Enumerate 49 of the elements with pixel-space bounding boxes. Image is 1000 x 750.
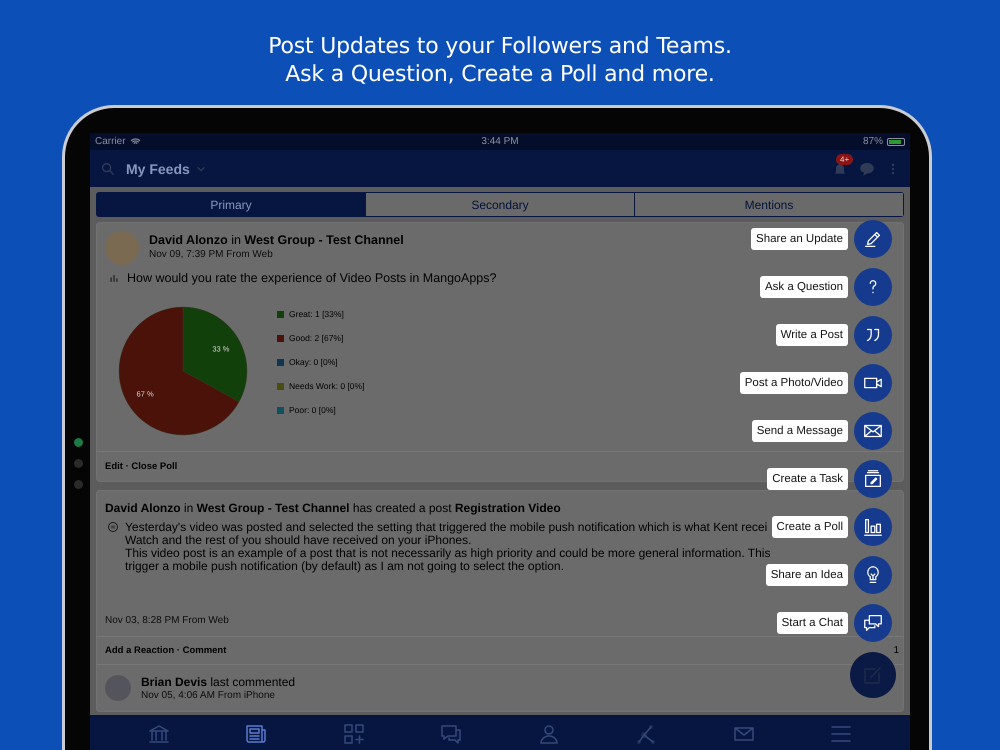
legend-label: Needs Work: 0 [0%] xyxy=(289,381,364,391)
task-icon xyxy=(862,468,884,490)
post-text: Yesterday's video was posted and selected the setting that triggered the mobile push notification which is what Kent recei xyxy=(125,521,768,534)
poll-question: How would you rate the experience of Video Posts in MangoApps? xyxy=(127,271,496,285)
camera-dot xyxy=(74,438,83,447)
headline-text: Post Updates to your Followers and Teams. xyxy=(268,33,732,61)
avatar xyxy=(105,231,139,265)
post-byline: David Alonzo in West Group - Test Channel has created a post Registration Video xyxy=(104,500,562,517)
action-label[interactable]: Share an Idea xyxy=(766,564,848,586)
legend-label: Poor: 0 [0%] xyxy=(289,405,336,415)
action-label[interactable]: Start a Chat xyxy=(776,612,848,634)
post-byline: David Alonzo in West Group - Test Channel xyxy=(149,233,404,247)
comment-meta: Nov 05, 4:06 AM From iPhone xyxy=(141,690,276,701)
post-text: trigger a mobile push notification (by default) as I am not going to select the option. xyxy=(125,560,565,573)
action-label[interactable]: Create a Task xyxy=(767,468,848,490)
headline-text: Ask a Question, Create a Poll and more. xyxy=(285,61,715,89)
post-meta: Nov 03, 8:28 PM From Web xyxy=(105,615,229,626)
clock-time: 3:44 PM xyxy=(481,136,519,147)
post-text: This video post is an example of a post that is not necessarily as high priority and could be more general information. This xyxy=(125,547,770,560)
bar-chart-icon xyxy=(862,516,884,538)
battery-icon xyxy=(887,138,905,146)
comment-summary: Brian Devis last commented xyxy=(141,675,296,689)
poll-actions: Edit · Close Poll xyxy=(105,461,178,472)
post-meta: Nov 09, 7:39 PM From Web xyxy=(149,249,274,260)
action-label[interactable]: Write a Post xyxy=(776,324,848,346)
legend-label: Okay: 0 [0%] xyxy=(289,357,338,367)
camera-dot xyxy=(74,459,83,468)
reaction-count: 1 xyxy=(893,645,899,656)
carrier-label: Carrier xyxy=(95,136,126,147)
avatar xyxy=(105,675,131,701)
action-label[interactable]: Post a Photo/Video xyxy=(740,372,848,394)
poll-icon xyxy=(109,273,119,283)
battery-percent: 87% xyxy=(862,136,883,147)
search-icon[interactable] xyxy=(100,160,116,176)
action-label[interactable]: Create a Poll xyxy=(772,516,848,538)
notification-badge: 4+ xyxy=(836,154,854,164)
action-label[interactable]: Ask a Question xyxy=(760,276,848,298)
camera-dot xyxy=(74,480,83,489)
wifi-icon xyxy=(130,136,141,147)
legend-label: Good: 2 [67%] xyxy=(289,333,344,343)
reaction-actions: Add a Reaction · Comment xyxy=(105,645,226,656)
apps-plus-icon[interactable] xyxy=(342,722,366,746)
action-label[interactable]: Share an Update xyxy=(751,228,848,250)
chat-bubbles-icon xyxy=(862,612,884,634)
feed-selector[interactable]: My Feeds xyxy=(126,158,206,178)
post-text: Watch and the rest of you should have received on your iPhones. xyxy=(125,534,472,547)
action-label[interactable]: Send a Message xyxy=(752,420,848,442)
feed-tab[interactable]: Primary xyxy=(97,193,365,216)
legend-label: Great: 1 [33%] xyxy=(289,309,344,319)
